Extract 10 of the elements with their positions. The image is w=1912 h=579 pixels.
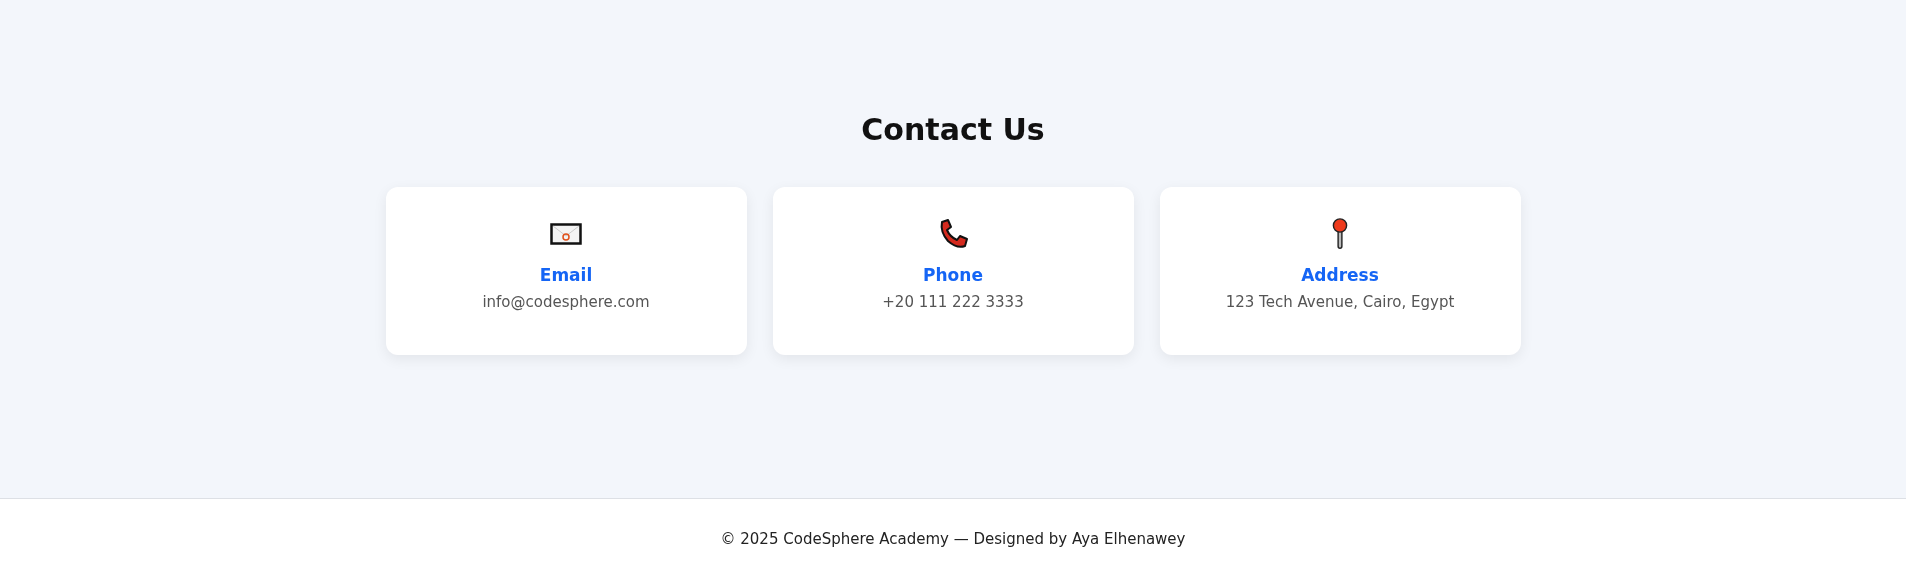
card-title: Phone [923,265,983,285]
envelope-icon [550,221,582,247]
pushpin-icon [1330,217,1350,251]
card-text: +20 111 222 3333 [882,293,1024,311]
footer-text: © 2025 CodeSphere Academy — Designed by Aya Elhenawey [720,530,1186,548]
section-title: Contact Us [861,111,1045,149]
card-text: info@codesphere.com [482,293,650,311]
card-title: Address [1301,265,1379,285]
card-title: Email [539,265,593,285]
card-text: 123 Tech Avenue, Cairo, Egypt [1225,293,1455,311]
